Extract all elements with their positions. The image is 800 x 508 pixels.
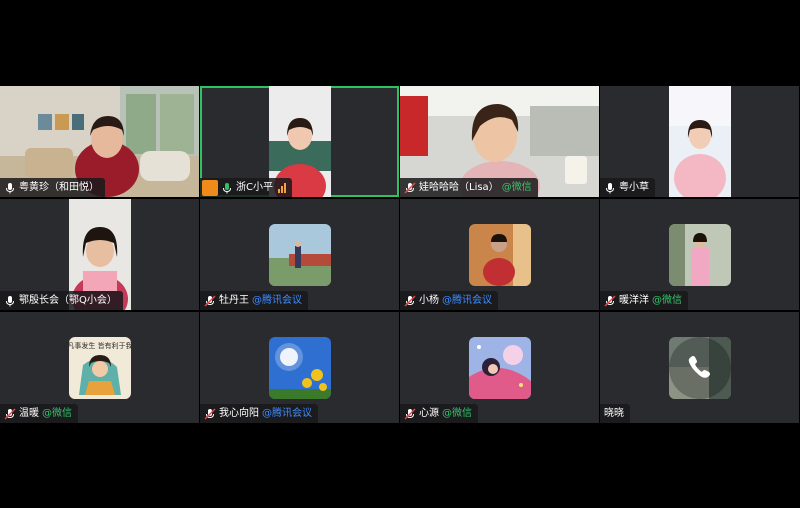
participant-name: 粤小草 <box>619 182 649 193</box>
participant-tile-5[interactable]: 牡丹王 @腾讯会议 <box>200 199 399 310</box>
participant-tile-1[interactable]: 浙C小平 <box>200 86 399 197</box>
participant-label: 粤小草 <box>600 178 655 197</box>
participant-label: 心源 @微信 <box>400 404 478 423</box>
participant-name: 粤黄珍（和田悦） <box>19 182 99 193</box>
microphone-muted-icon <box>204 295 216 306</box>
participant-avatar <box>268 336 331 399</box>
participant-name: 温暖 <box>19 408 39 419</box>
microphone-icon <box>223 182 231 193</box>
participant-name: 浙C小平 <box>236 182 273 193</box>
microphone-muted-icon <box>404 408 416 419</box>
participant-label: 晓晓 <box>600 404 630 423</box>
participant-source: @腾讯会议 <box>262 408 312 419</box>
microphone-muted-icon <box>204 408 216 419</box>
video-grid: 粤黄珍（和田悦） 浙C小平 娃哈哈哈（Lisa） @微信 粤小草 鄂殷长会（鄂Q… <box>0 86 800 423</box>
participant-name: 晓晓 <box>604 408 624 419</box>
participant-name: 娃哈哈哈（Lisa） <box>419 182 499 193</box>
participant-tile-6[interactable]: 小杨 @腾讯会议 <box>400 199 599 310</box>
participant-avatar <box>468 223 531 286</box>
participant-avatar <box>268 223 331 286</box>
participant-avatar <box>668 223 731 286</box>
participant-label: 牡丹王 @腾讯会议 <box>200 291 308 310</box>
participant-name: 暖洋洋 <box>619 295 649 306</box>
participant-tile-11[interactable]: 晓晓 <box>600 312 799 423</box>
participant-source: @微信 <box>42 408 72 419</box>
participant-label: 温暖 @微信 <box>0 404 78 423</box>
participant-name: 牡丹王 <box>219 295 249 306</box>
participant-source: @微信 <box>501 182 532 193</box>
participant-video <box>668 86 731 197</box>
participant-label: 娃哈哈哈（Lisa） @微信 <box>400 178 538 197</box>
participant-label: 暖洋洋 @微信 <box>600 291 688 310</box>
participant-tile-8[interactable]: 凡事发生 皆有利于我 温暖 @微信 <box>0 312 199 423</box>
participant-tile-0[interactable]: 粤黄珍（和田悦） <box>0 86 199 197</box>
participant-name: 鄂殷长会（鄂Q小会） <box>19 295 117 306</box>
participant-name: 小杨 <box>419 295 439 306</box>
participant-label: 鄂殷长会（鄂Q小会） <box>0 291 123 310</box>
microphone-icon <box>6 182 14 193</box>
participant-source: @腾讯会议 <box>252 295 302 306</box>
microphone-muted-icon <box>4 408 16 419</box>
host-icon <box>202 179 218 196</box>
participant-source: @腾讯会议 <box>442 295 492 306</box>
microphone-icon <box>6 295 14 306</box>
participant-label: 浙C小平 <box>200 178 292 197</box>
microphone-muted-icon <box>404 295 416 306</box>
participant-tile-10[interactable]: 心源 @微信 <box>400 312 599 423</box>
signal-strength-icon <box>277 182 286 193</box>
participant-source: @微信 <box>652 295 682 306</box>
participant-tile-3[interactable]: 粤小草 <box>600 86 799 197</box>
participant-name: 心源 <box>419 408 439 419</box>
participant-tile-9[interactable]: 我心向阳 @腾讯会议 <box>200 312 399 423</box>
participant-avatar: 凡事发生 皆有利于我 <box>68 336 131 399</box>
participant-avatar <box>468 336 531 399</box>
participant-tile-7[interactable]: 暖洋洋 @微信 <box>600 199 799 310</box>
participant-name: 我心向阳 <box>219 408 259 419</box>
avatar-caption: 凡事发生 皆有利于我 <box>69 341 131 350</box>
participant-label: 我心向阳 @腾讯会议 <box>200 404 318 423</box>
microphone-muted-icon <box>604 295 616 306</box>
participant-tile-2[interactable]: 娃哈哈哈（Lisa） @微信 <box>400 86 599 197</box>
participant-source: @微信 <box>442 408 472 419</box>
microphone-icon <box>606 182 614 193</box>
participant-label: 小杨 @腾讯会议 <box>400 291 498 310</box>
participant-tile-4[interactable]: 鄂殷长会（鄂Q小会） <box>0 199 199 310</box>
participant-avatar <box>668 336 731 399</box>
participant-label: 粤黄珍（和田悦） <box>0 178 105 197</box>
microphone-muted-icon <box>404 182 416 193</box>
